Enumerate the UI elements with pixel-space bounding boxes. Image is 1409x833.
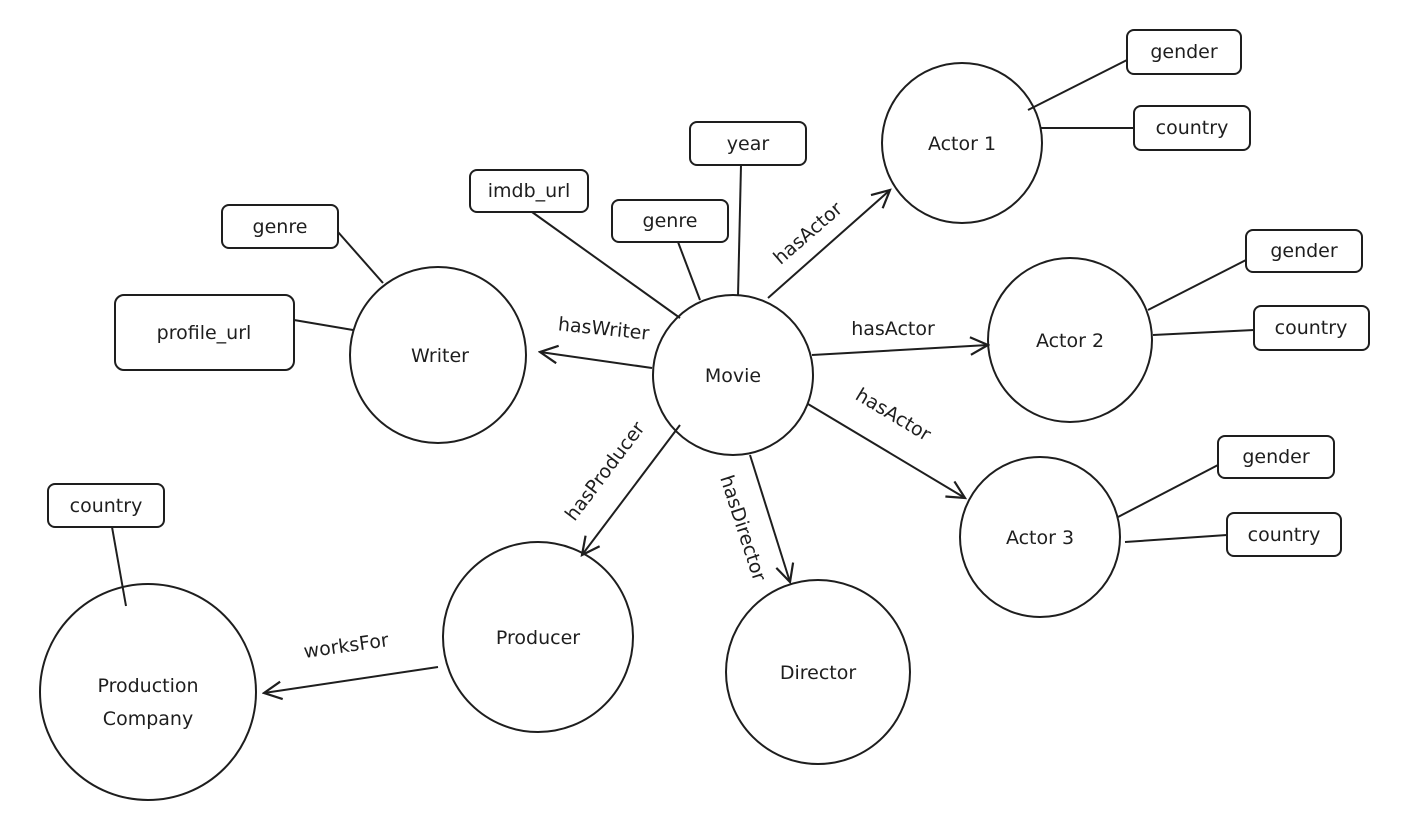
attr-writer-genre: genre [221, 204, 339, 249]
attr-actor1-gender: gender [1126, 29, 1242, 75]
attr-actor2-country: country [1253, 305, 1370, 351]
link-company-country [111, 526, 127, 607]
attr-company-country: country [47, 483, 165, 528]
attr-label: genre [253, 216, 308, 238]
link-actor1-gender [1027, 59, 1128, 111]
label-has-director: hasDirector [715, 472, 770, 584]
node-label: Actor 2 [1036, 330, 1104, 352]
node-actor-1: Actor 1 [881, 62, 1043, 224]
node-director: Director [725, 579, 911, 765]
link-actor3-gender [1117, 464, 1219, 518]
attr-label: country [1156, 117, 1229, 139]
arrow-has-writer [540, 352, 653, 369]
attr-actor3-country: country [1226, 512, 1342, 557]
node-label: Writer [411, 345, 469, 367]
link-actor2-gender [1147, 259, 1247, 311]
link-writer-genre [337, 231, 384, 284]
label-has-actor-1: hasActor [769, 198, 847, 270]
node-label: Actor 3 [1006, 527, 1074, 549]
movie-ontology-diagram: hasActor hasActor hasActor hasWriter has… [39, 29, 1370, 801]
attr-label: year [727, 133, 770, 155]
node-label: Director [780, 662, 857, 684]
node-label: Production [97, 675, 198, 697]
edge-labels: hasActor hasActor hasActor hasWriter has… [302, 198, 935, 663]
attr-label: genre [643, 210, 698, 232]
attr-label: gender [1270, 240, 1338, 262]
node-production-company: Production Company [39, 583, 257, 801]
link-actor2-country [1152, 329, 1255, 336]
label-has-actor-2: hasActor [851, 318, 935, 340]
attr-label: country [1248, 524, 1321, 546]
link-actor3-country [1124, 534, 1228, 543]
node-actor-3: Actor 3 [959, 456, 1121, 618]
attr-movie-genre: genre [611, 199, 729, 243]
node-actor-2: Actor 2 [987, 257, 1153, 423]
attr-label: gender [1242, 446, 1310, 468]
node-writer: Writer [349, 266, 527, 444]
arrow-has-actor-2 [811, 345, 988, 356]
node-movie: Movie [652, 294, 814, 456]
attr-writer-profile-url: profile_url [114, 294, 295, 371]
node-label: Company [103, 708, 193, 730]
attr-label: country [70, 495, 143, 517]
arrow-works-for [264, 666, 439, 693]
node-label: Movie [705, 365, 761, 387]
attr-label: country [1275, 317, 1348, 339]
node-label: Actor 1 [928, 133, 996, 155]
attr-actor1-country: country [1133, 105, 1251, 151]
attr-label: gender [1150, 41, 1218, 63]
label-has-writer: hasWriter [557, 313, 651, 344]
attr-label: imdb_url [488, 180, 571, 202]
attr-actor3-gender: gender [1217, 435, 1335, 479]
link-writer-profile-url [293, 319, 354, 331]
attr-actor2-gender: gender [1245, 229, 1363, 273]
node-label: Producer [496, 627, 580, 649]
link-movie-genre [677, 241, 701, 301]
link-movie-year [737, 164, 742, 297]
attr-movie-year: year [689, 121, 807, 166]
label-works-for: worksFor [302, 629, 390, 663]
label-has-producer: hasProducer [561, 418, 650, 525]
attr-movie-imdb-url: imdb_url [469, 169, 589, 213]
node-producer: Producer [442, 541, 634, 733]
attr-label: profile_url [157, 322, 252, 344]
